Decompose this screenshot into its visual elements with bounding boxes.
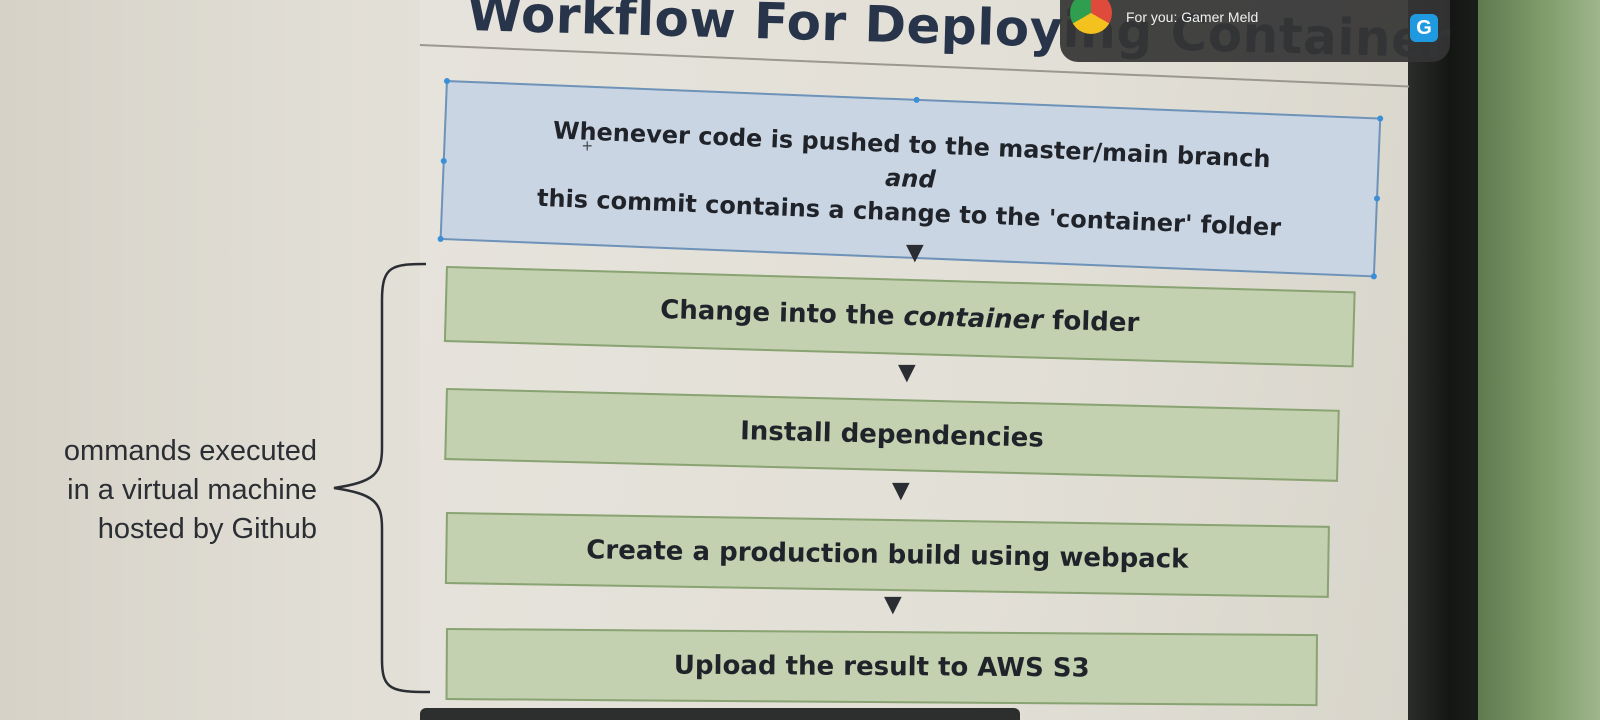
photo-scene: Workflow For Deploying Container For you… bbox=[0, 0, 1600, 720]
notification-text: For you: Gamer Meld bbox=[1126, 9, 1259, 25]
step-4-text: Upload the result to AWS S3 bbox=[673, 650, 1090, 684]
selection-handle[interactable] bbox=[443, 77, 451, 85]
side-annotation: ommands executed in a virtual machine ho… bbox=[64, 432, 317, 549]
step-1-text: Change into the container folder bbox=[659, 295, 1140, 339]
step-upload-s3: Upload the result to AWS S3 bbox=[445, 628, 1318, 707]
step-2-text: Install dependencies bbox=[739, 416, 1045, 454]
app-icon[interactable]: G bbox=[1410, 14, 1438, 42]
arrow-down-icon: ▼ bbox=[892, 356, 922, 389]
arrow-down-icon: ▼ bbox=[886, 474, 916, 507]
step-3-text: Create a production build using webpack bbox=[586, 535, 1189, 575]
selection-handle[interactable] bbox=[440, 157, 447, 165]
background-outside bbox=[1478, 0, 1600, 720]
arrow-down-icon: ▼ bbox=[878, 588, 908, 621]
taskbar-strip bbox=[420, 708, 1020, 720]
brace-path bbox=[333, 262, 431, 694]
notification-toast[interactable]: For you: Gamer Meld G bbox=[1060, 0, 1450, 62]
arrow-down-icon: ▼ bbox=[900, 236, 930, 269]
notification-avatar-icon bbox=[1070, 0, 1112, 34]
curly-brace-icon bbox=[333, 262, 431, 694]
cursor-crosshair-icon: + bbox=[582, 136, 593, 156]
trigger-connector: and bbox=[884, 163, 937, 194]
selection-handle[interactable] bbox=[913, 96, 920, 104]
side-annotation-line-2: in a virtual machine bbox=[67, 474, 317, 506]
step-production-build: Create a production build using webpack bbox=[444, 512, 1330, 598]
side-annotation-line-3: hosted by Github bbox=[97, 513, 317, 545]
side-annotation-line-1: ommands executed bbox=[63, 435, 317, 467]
monitor-bezel bbox=[1408, 0, 1478, 720]
